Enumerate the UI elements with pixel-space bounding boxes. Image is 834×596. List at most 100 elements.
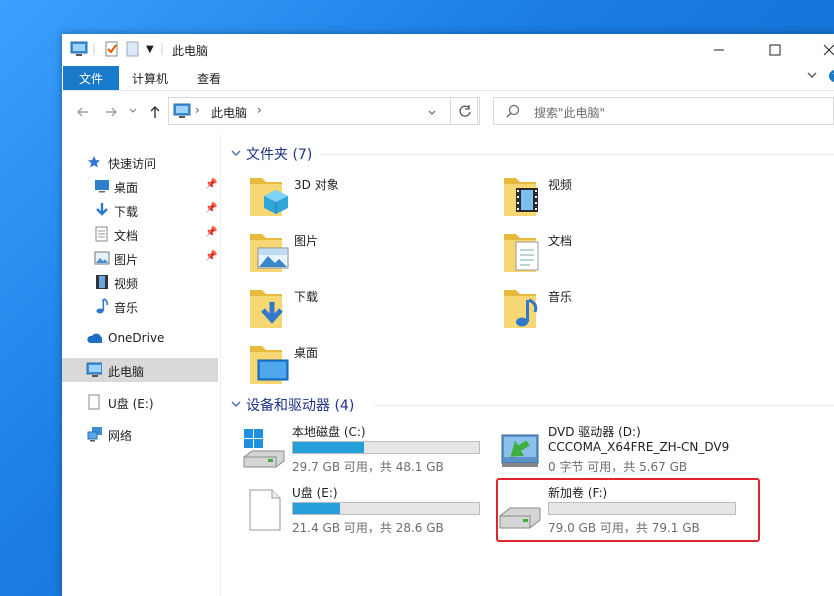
breadcrumb-this-pc[interactable]: 此电脑 [211, 104, 247, 121]
pin-icon[interactable]: 📌 [205, 179, 217, 190]
videos-folder-icon [504, 178, 538, 216]
up-arrow-icon[interactable] [148, 105, 162, 123]
group-title: 设备和驱动器 (4) [246, 398, 355, 414]
usb-drive-icon [86, 394, 102, 410]
nav-item-documents[interactable]: 文档 📌 [62, 222, 218, 246]
drive-name: U盘 (E:) [292, 486, 338, 500]
nav-label: 桌面 [114, 181, 139, 195]
nav-network[interactable]: 网络 [62, 422, 218, 446]
star-icon [86, 154, 102, 170]
music-note-icon [94, 298, 110, 314]
address-history-dropdown-icon[interactable] [427, 107, 437, 121]
nav-item-music[interactable]: 音乐 [62, 294, 218, 318]
nav-label: U盘 (E:) [108, 397, 154, 411]
back-arrow-icon[interactable] [76, 105, 90, 123]
nav-label: 图片 [114, 253, 139, 267]
folder-downloads[interactable]: 下载 [248, 284, 488, 332]
desktop-icon [94, 178, 110, 194]
folder-label: 桌面 [294, 346, 319, 360]
usb-drive-icon [249, 489, 281, 531]
navigation-pane: 快速访问 桌面 📌 下载 📌 文档 📌 图片 📌 视频 音乐 OneDrive … [62, 134, 221, 596]
refresh-icon [459, 105, 471, 117]
folder-pictures[interactable]: 图片 [248, 228, 488, 276]
folder-videos[interactable]: 视频 [502, 172, 742, 220]
refresh-button[interactable] [450, 97, 480, 125]
drive-usage-fill [293, 503, 340, 514]
pin-icon[interactable]: 📌 [205, 227, 217, 238]
drive-name: DVD 驱动器 (D:) [548, 425, 641, 439]
folder-label: 下载 [294, 290, 319, 304]
desktop-folder-icon [250, 346, 289, 384]
drive-e[interactable]: U盘 (E:) 21.4 GB 可用，共 28.6 GB [242, 484, 492, 538]
forward-arrow-icon[interactable] [104, 105, 118, 123]
folder-desktop[interactable]: 桌面 [248, 340, 488, 388]
nav-item-videos[interactable]: 视频 [62, 270, 218, 294]
folder-label: 音乐 [548, 290, 573, 304]
nav-label: 下载 [114, 205, 139, 219]
this-pc-icon [86, 362, 102, 378]
drive-space-text: 21.4 GB 可用，共 28.6 GB [292, 521, 444, 535]
nav-label: 文档 [114, 229, 139, 243]
drive-d[interactable]: DVD 驱动器 (D:) CCCOMA_X64FRE_ZH-CN_DV9 0 字… [498, 423, 748, 477]
nav-label: 音乐 [114, 301, 139, 315]
tab-view[interactable]: 查看 [197, 70, 221, 87]
folder-music[interactable]: 音乐 [502, 284, 742, 332]
nav-usb-drive[interactable]: U盘 (E:) [62, 390, 218, 414]
recent-locations-dropdown-icon[interactable] [128, 106, 138, 119]
search-box[interactable]: 搜索"此电脑" [493, 97, 834, 125]
folder-3d-objects[interactable]: 3D 对象 [248, 172, 488, 220]
folder-documents[interactable]: 文档 [502, 228, 742, 276]
downloads-folder-icon [250, 290, 283, 328]
red-highlight-box [496, 478, 760, 542]
group-title: 文件夹 (7) [246, 147, 313, 163]
cloud-icon [86, 330, 102, 346]
nav-onedrive[interactable]: OneDrive [62, 326, 218, 350]
new-folder-icon[interactable] [126, 41, 140, 60]
pin-icon[interactable]: 📌 [205, 203, 217, 214]
document-icon [94, 226, 110, 242]
drive-usage-fill [293, 442, 364, 453]
nav-label: 网络 [108, 429, 133, 443]
ribbon-tab-bar: 文件 计算机 查看 ? [62, 66, 834, 91]
breadcrumb-chevron-icon[interactable]: › [195, 103, 200, 117]
tab-computer[interactable]: 计算机 [132, 70, 168, 87]
drive-space-text: 0 字节 可用，共 5.67 GB [548, 460, 688, 474]
drive-name: 本地磁盘 (C:) [292, 425, 366, 439]
dvd-drive-icon [501, 434, 539, 467]
nav-this-pc[interactable]: 此电脑 [62, 358, 218, 382]
nav-item-desktop[interactable]: 桌面 📌 [62, 174, 218, 198]
music-folder-icon [504, 290, 538, 328]
chevron-down-icon [230, 399, 244, 412]
properties-icon[interactable] [104, 41, 120, 60]
pin-icon[interactable]: 📌 [205, 251, 217, 262]
folder-label: 3D 对象 [294, 178, 339, 192]
this-pc-icon [173, 103, 191, 122]
nav-item-downloads[interactable]: 下载 📌 [62, 198, 218, 222]
documents-folder-icon [504, 234, 539, 272]
expand-ribbon-icon[interactable] [806, 70, 818, 83]
maximize-button[interactable] [752, 34, 798, 66]
breadcrumb-chevron-icon[interactable]: › [257, 103, 262, 117]
separator [160, 41, 164, 60]
separator [92, 41, 96, 60]
drive-c[interactable]: 本地磁盘 (C:) 29.7 GB 可用，共 48.1 GB [242, 423, 492, 477]
window-title: 此电脑 [172, 44, 209, 58]
nav-item-pictures[interactable]: 图片 📌 [62, 246, 218, 270]
nav-label: OneDrive [108, 331, 165, 345]
group-header-folders[interactable]: 文件夹 (7) [230, 142, 312, 166]
address-bar[interactable]: › 此电脑 › [168, 97, 478, 125]
download-arrow-icon [94, 202, 110, 218]
nav-label: 此电脑 [108, 365, 145, 379]
tab-file[interactable]: 文件 [63, 66, 119, 90]
group-header-devices[interactable]: 设备和驱动器 (4) [230, 393, 354, 417]
title-bar: ▼ 此电脑 [62, 34, 834, 66]
folder-label: 视频 [548, 178, 573, 192]
minimize-button[interactable] [696, 34, 742, 66]
content-pane: 文件夹 (7) 3D 对象 视频 图片 文档 下载 音乐 桌面 设备和驱动器 (… [222, 134, 834, 596]
nav-quick-access[interactable]: 快速访问 [62, 150, 218, 174]
drive-space-text: 29.7 GB 可用，共 48.1 GB [292, 460, 444, 474]
film-icon [94, 274, 110, 290]
help-icon[interactable]: ? [828, 68, 834, 87]
close-button[interactable] [806, 34, 834, 66]
quick-access-toolbar-dropdown[interactable]: ▼ [146, 44, 154, 55]
